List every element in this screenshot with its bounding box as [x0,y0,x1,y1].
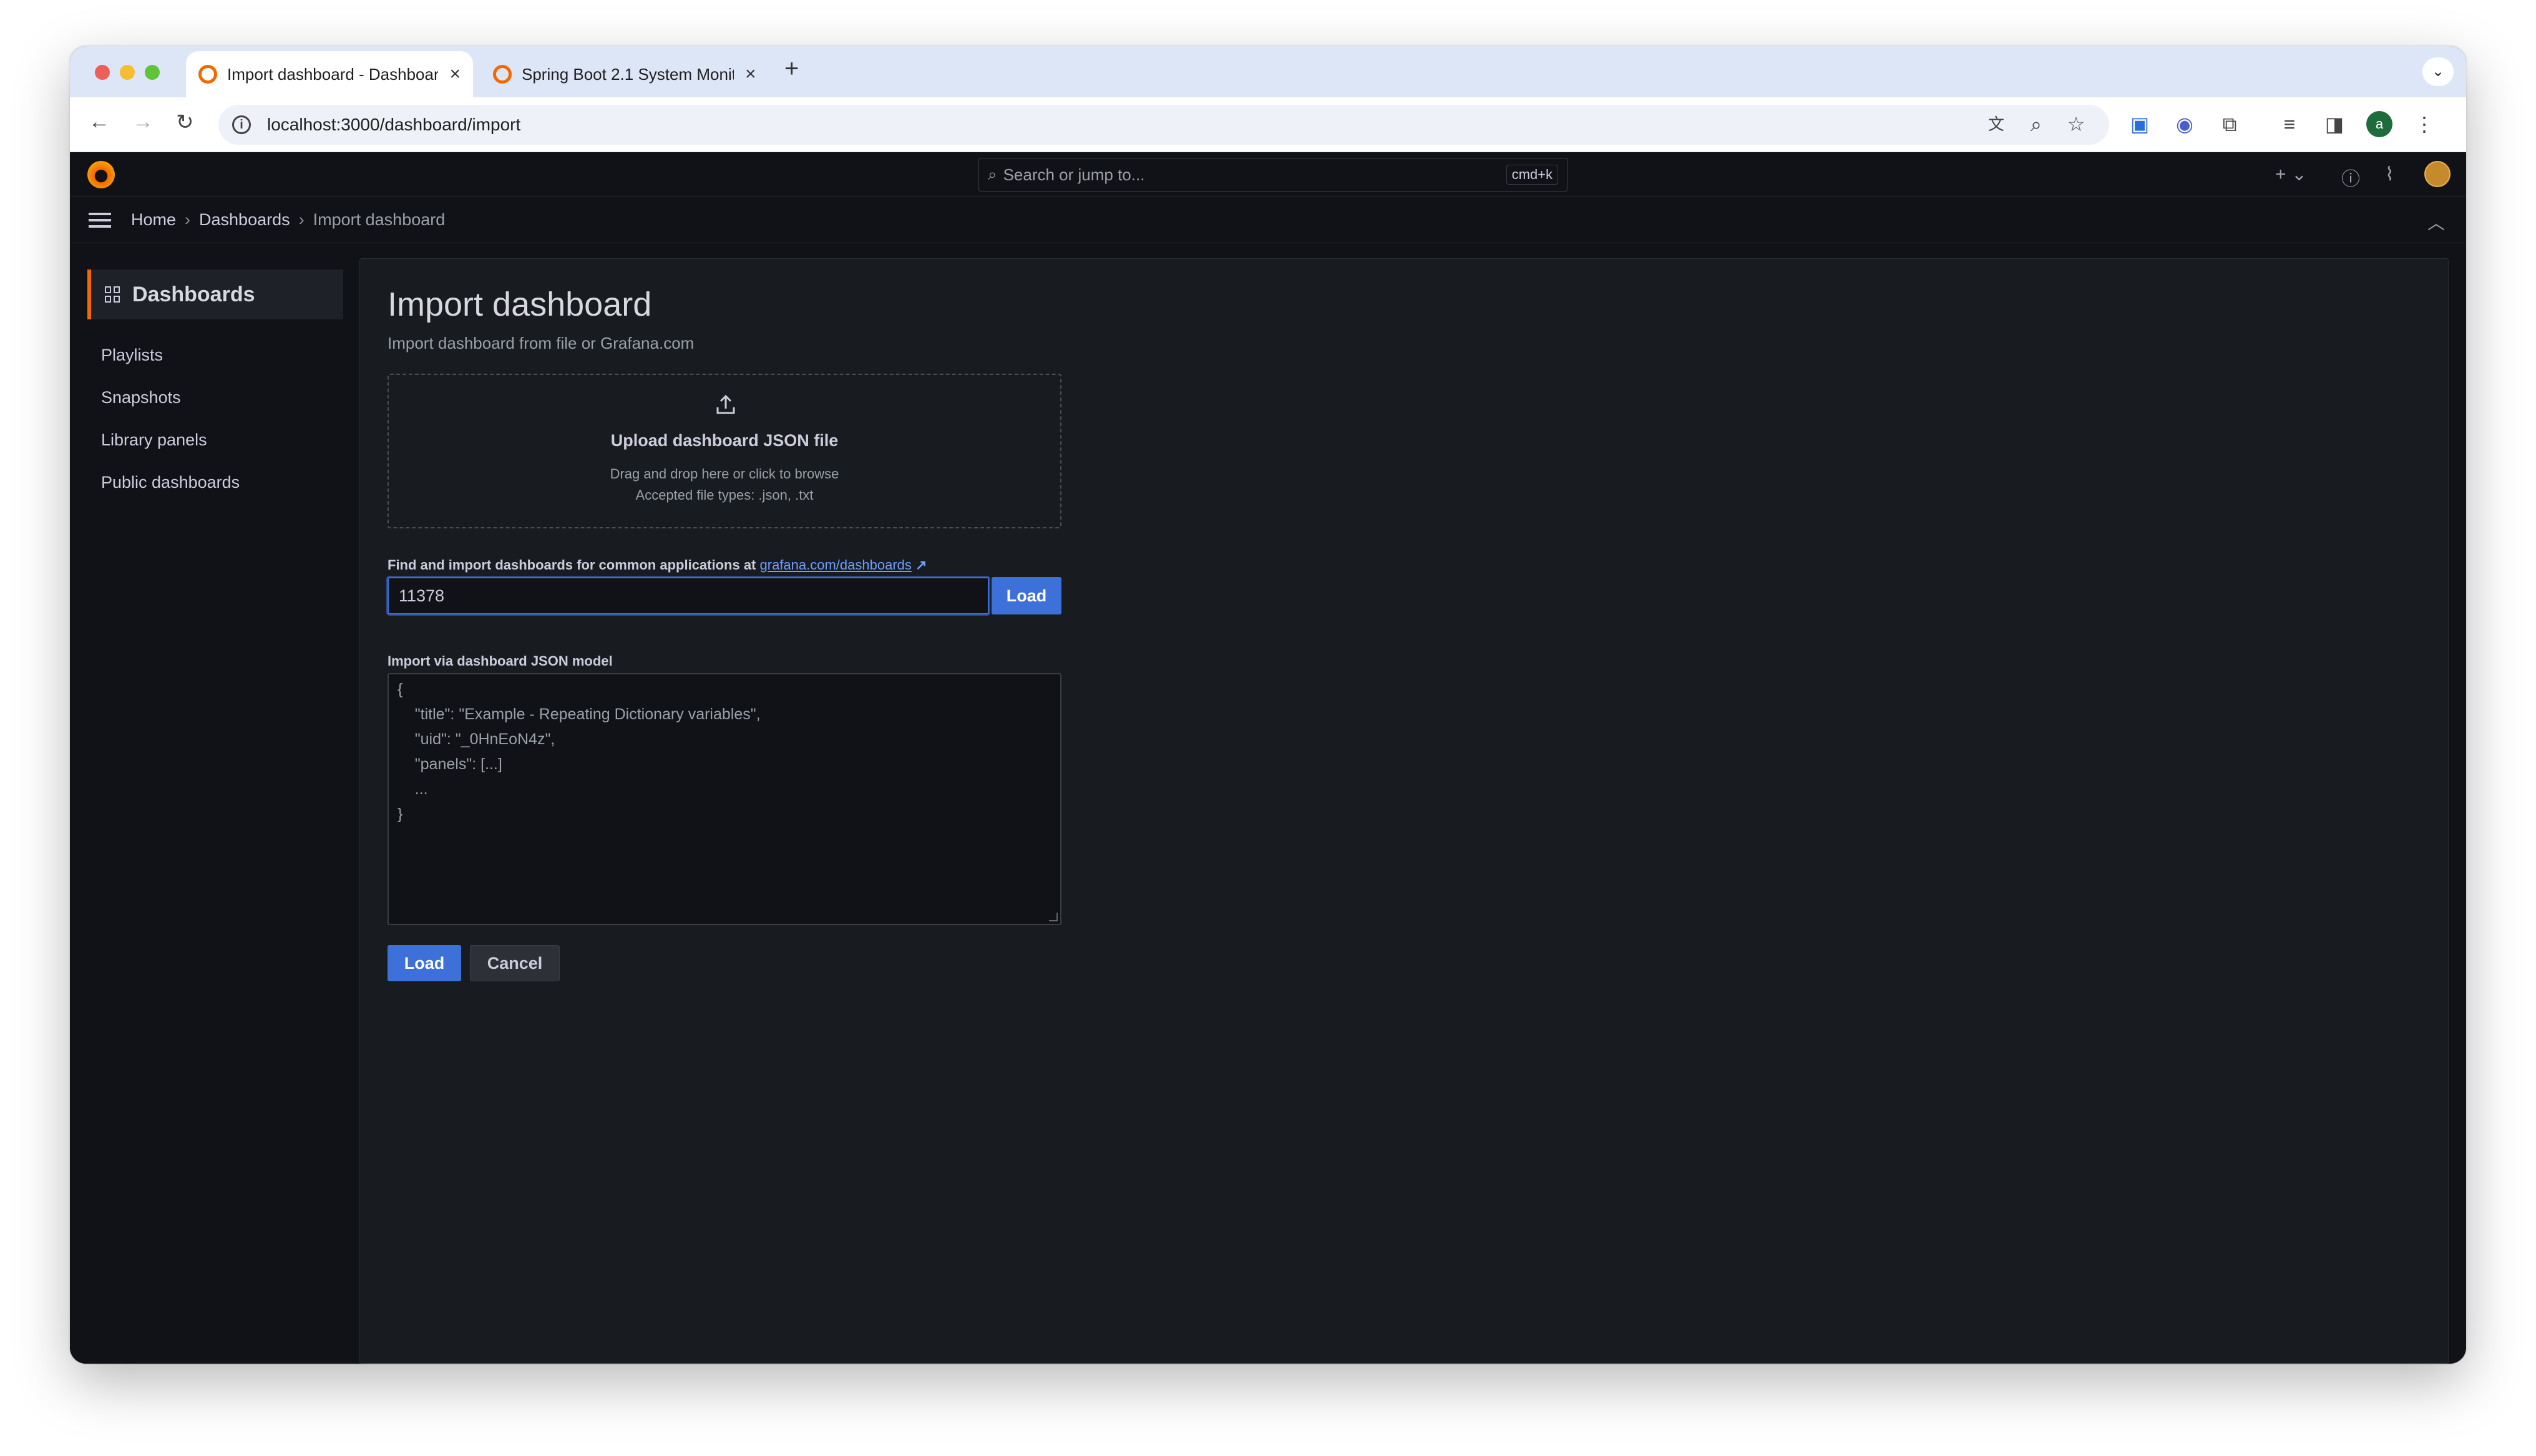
search-bar[interactable]: ⌕ Search or jump to... cmd+k [978,158,1568,192]
tab-title: Spring Boot 2.1 System Monitor - Dashboa… [522,64,734,84]
grafana-body: Dashboards Playlists Snapshots Library p… [70,243,2466,1364]
user-avatar[interactable] [2424,161,2451,187]
close-window-button[interactable] [95,65,110,80]
site-info-icon[interactable]: i [232,115,251,134]
upload-accepted-types: Accepted file types: .json, .txt [635,487,814,503]
breadcrumb-bar: Home › Dashboards › Import dashboard ︿ [70,197,2466,243]
breadcrumb: Home › Dashboards › Import dashboard [131,210,445,230]
url-text[interactable]: localhost:3000/dashboard/import [267,115,520,135]
sidebar-section-title: Dashboards [132,282,255,306]
maximize-window-button[interactable] [145,65,160,80]
bookmark-star-icon[interactable]: ☆ [2063,111,2089,137]
tab-title: Import dashboard - Dashboards - Grafana [227,64,439,84]
json-placeholder-line: "panels": [...] [397,755,502,773]
sidebar-item-snapshots[interactable]: Snapshots [101,388,181,407]
grafana-dashboards-link[interactable]: grafana.com/dashboards [760,557,912,573]
hamburger-menu-icon[interactable] [89,212,111,228]
tab-spring-boot-monitor[interactable]: Spring Boot 2.1 System Monitor - Dashboa… [480,51,774,97]
json-placeholder-line: { [397,681,403,698]
upload-title: Upload dashboard JSON file [610,431,839,450]
page-subtitle: Import dashboard from file or Grafana.co… [388,334,695,352]
main-panel: Import dashboard Import dashboard from f… [359,258,2449,1364]
tab-strip: Import dashboard - Dashboards - Grafana … [70,46,2466,97]
breadcrumb-chevron-icon: › [298,210,305,229]
json-placeholder-line: "uid": "_0HnEoN4z", [397,730,555,748]
translate-icon[interactable]: 文 [1983,111,2009,137]
grafana-top-bar: ⌕ Search or jump to... cmd+k + ⌄ ⓘ ⌇ [70,152,2466,197]
textarea-resize-handle[interactable] [1049,913,1058,921]
grafana-favicon-icon [198,65,217,84]
browser-toolbar: ← → ↻ i localhost:3000/dashboard/import … [70,97,2466,152]
add-new-icon[interactable]: + ⌄ [2275,163,2307,185]
breadcrumb-home[interactable]: Home [131,210,176,230]
upload-dropzone[interactable]: Upload dashboard JSON file Drag and drop… [388,374,1061,528]
upload-icon [716,394,735,414]
json-model-label: Import via dashboard JSON model [388,653,613,669]
react-devtools-extension-icon[interactable]: ▣ [2127,111,2153,137]
address-bar[interactable]: i localhost:3000/dashboard/import [218,105,2109,145]
tab-search-chevron-icon[interactable]: ⌄ [2422,57,2454,86]
sidebar-item-library-panels[interactable]: Library panels [101,430,207,450]
search-placeholder: Search or jump to... [1003,165,1145,184]
help-icon[interactable]: ⓘ [2341,163,2360,191]
load-id-button[interactable]: Load [992,577,1061,614]
breadcrumb-dashboards[interactable]: Dashboards [199,210,290,230]
breadcrumb-chevron-icon: › [185,210,191,229]
tab-import-dashboard[interactable]: Import dashboard - Dashboards - Grafana … [186,51,473,97]
find-dashboards-label: Find and import dashboards for common ap… [388,557,927,573]
upload-hint: Drag and drop here or click to browse [610,466,839,482]
extensions-puzzle-icon[interactable]: ⧉ [2217,111,2243,137]
reload-icon[interactable]: ↻ [176,110,194,135]
grafana-logo-icon[interactable] [87,161,115,188]
load-json-button[interactable]: Load [388,945,461,981]
page-title: Import dashboard [388,286,652,323]
json-model-textarea[interactable]: { "title": "Example - Repeating Dictiona… [388,673,1061,925]
json-placeholder-line: "title": "Example - Repeating Dictionary… [397,706,761,723]
extension-icon[interactable]: ◉ [2172,111,2198,137]
minimize-window-button[interactable] [120,65,135,80]
media-controls-icon[interactable]: ≡ [2276,111,2303,137]
cancel-button[interactable]: Cancel [470,945,560,981]
tab-close-icon[interactable]: × [449,64,461,85]
tab-close-icon[interactable]: × [745,64,756,85]
collapse-chevron-icon[interactable]: ︿ [2427,210,2445,235]
sidebar-item-public-dashboards[interactable]: Public dashboards [101,473,240,492]
side-panel-icon[interactable]: ◨ [2321,111,2348,137]
news-rss-icon[interactable]: ⌇ [2385,163,2394,185]
zoom-icon[interactable]: ⌕ [2023,111,2049,137]
kebab-menu-icon[interactable]: ⋮ [2411,111,2437,137]
forward-arrow-icon[interactable]: → [132,110,154,134]
sidebar: Dashboards Playlists Snapshots Library p… [70,243,359,1364]
external-link-icon[interactable]: ↗ [915,557,927,573]
sidebar-item-playlists[interactable]: Playlists [101,346,163,365]
find-label-text: Find and import dashboards for common ap… [388,557,756,573]
search-icon: ⌕ [988,165,997,183]
json-placeholder-line: ... [397,780,428,798]
json-placeholder-line: } [397,805,403,823]
sidebar-section-dashboards[interactable]: Dashboards [87,269,343,319]
dashboards-grid-icon [105,286,121,303]
back-arrow-icon[interactable]: ← [89,110,110,134]
profile-avatar[interactable]: a [2366,111,2392,137]
dashboard-id-input[interactable] [388,577,989,614]
grafana-favicon-icon [493,65,512,84]
breadcrumb-current: Import dashboard [313,210,446,229]
search-shortcut-badge: cmd+k [1506,165,1558,185]
browser-window: Import dashboard - Dashboards - Grafana … [70,46,2466,1364]
new-tab-button[interactable]: + [784,55,799,83]
